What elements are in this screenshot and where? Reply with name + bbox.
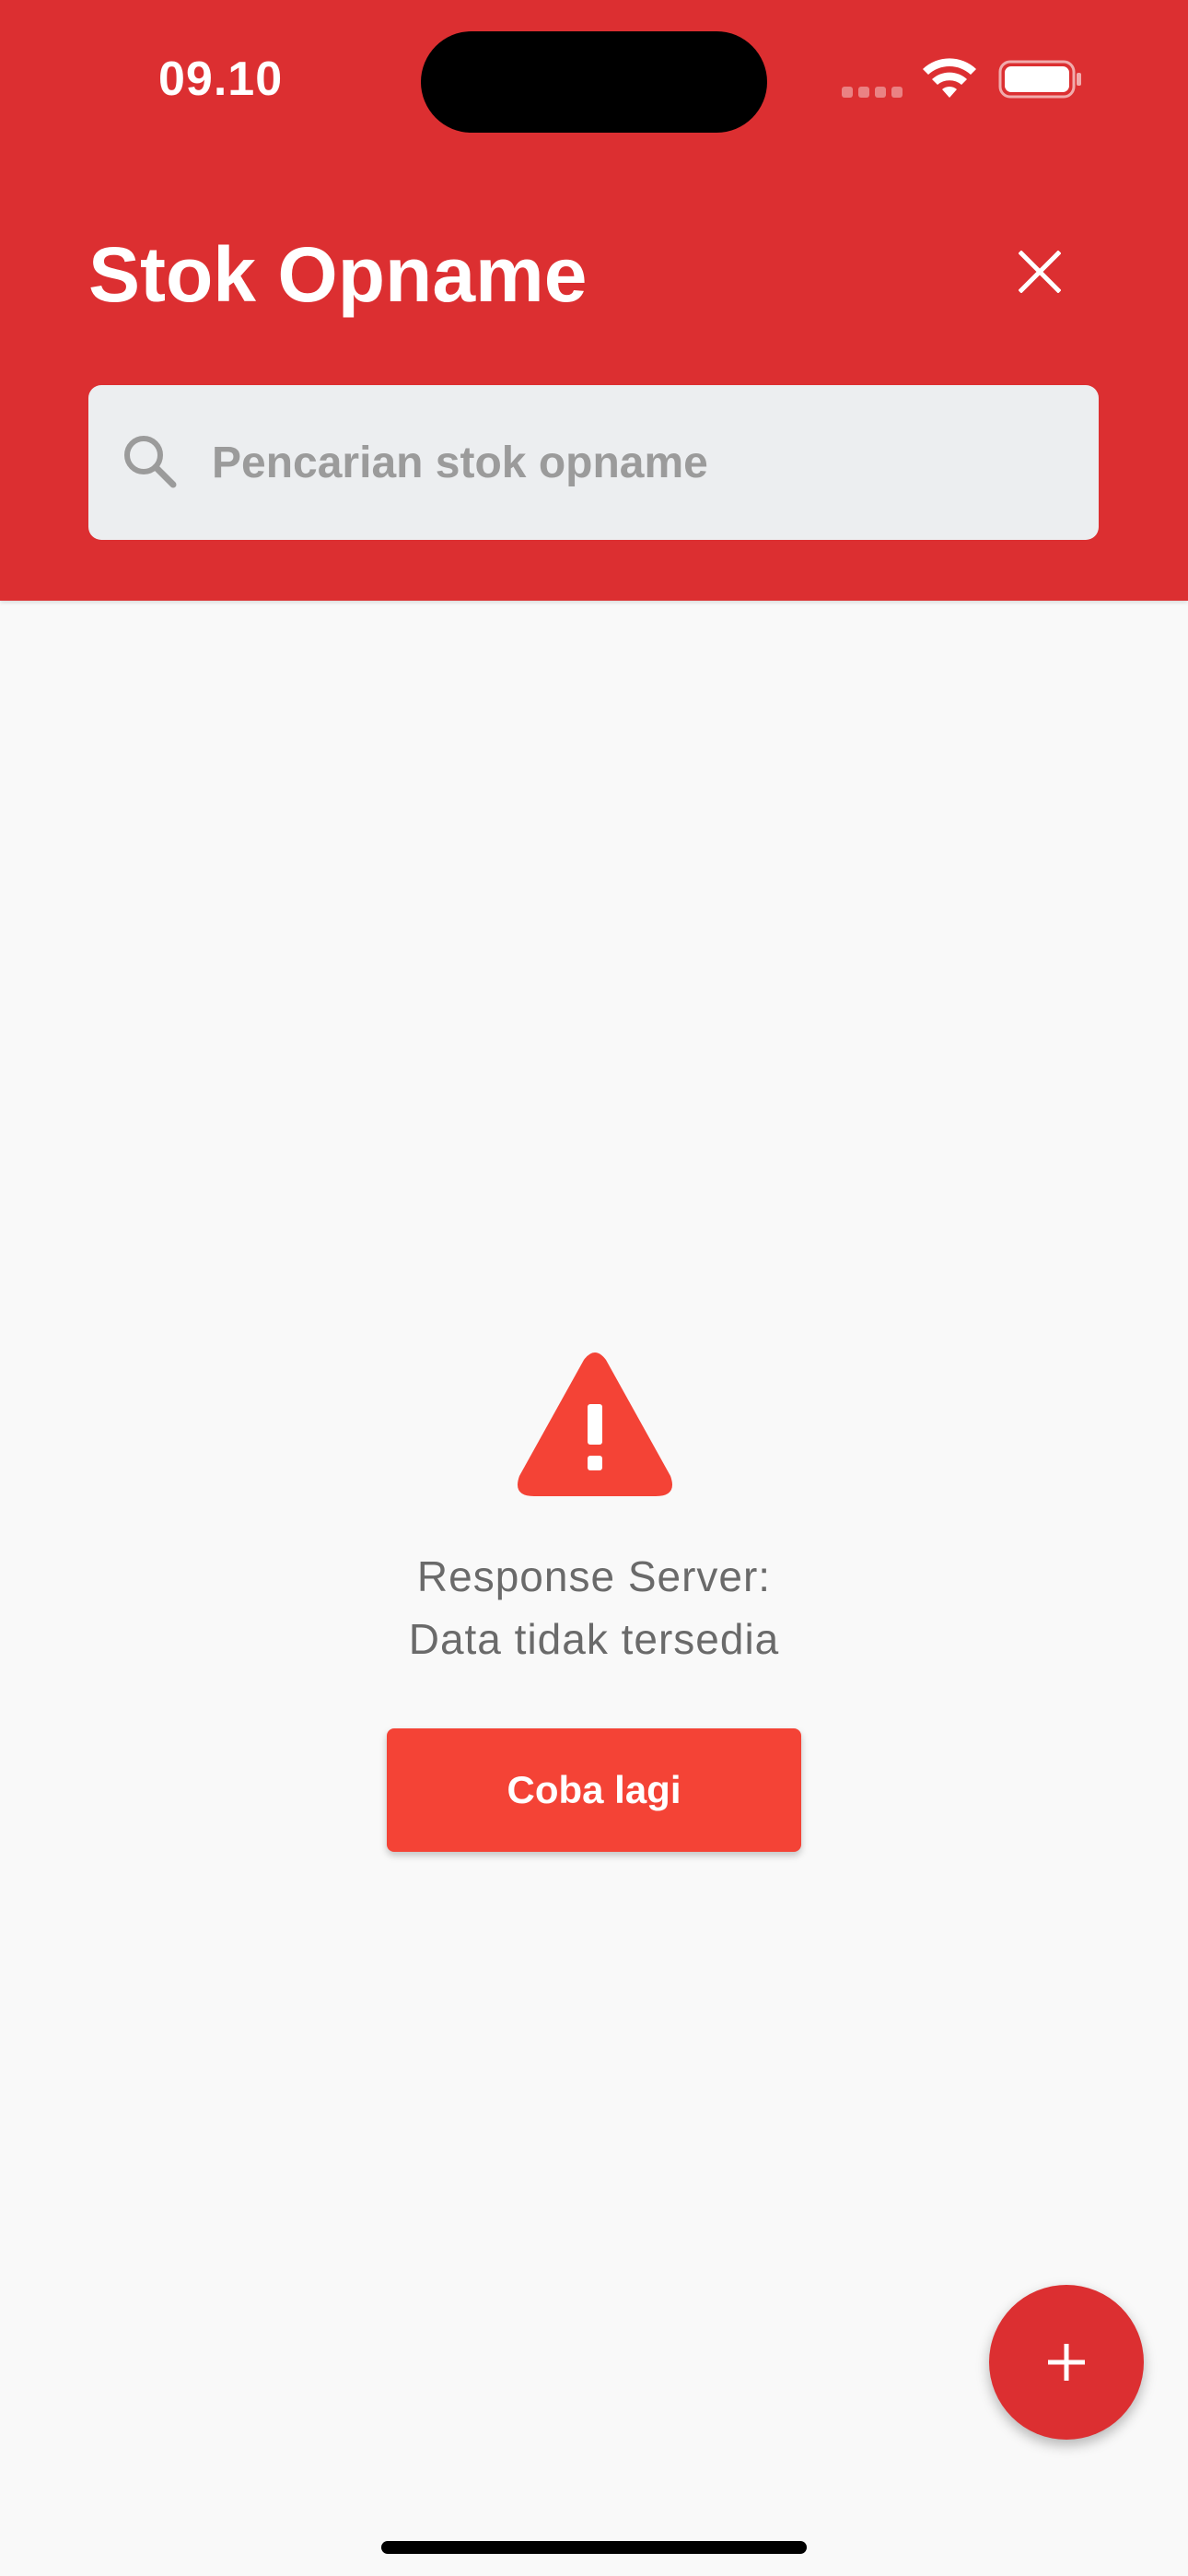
error-message-detail: Data tidak tersedia (408, 1615, 780, 1663)
error-message-title: Response Server: (416, 1552, 772, 1600)
plus-icon (1048, 2344, 1085, 2381)
home-indicator (381, 2541, 807, 2554)
warning-triangle-icon (518, 1352, 672, 1496)
app-header: 09.10 Stok Opname (0, 0, 1188, 601)
search-icon (124, 436, 177, 488)
cellular-signal-icon (842, 87, 906, 100)
wifi-icon (923, 58, 976, 98)
close-icon (1019, 251, 1061, 293)
battery-icon (998, 60, 1081, 99)
search-input[interactable] (212, 385, 1077, 540)
close-button[interactable] (1004, 236, 1076, 308)
page-title: Stok Opname (88, 231, 588, 318)
retry-button[interactable]: Coba lagi (387, 1728, 801, 1852)
search-bar[interactable] (88, 385, 1099, 540)
add-button[interactable] (989, 2285, 1144, 2440)
stok-opname-screen: 09.10 Stok Opname Pencarian stok opname … (0, 0, 1188, 2576)
dynamic-island (421, 31, 767, 133)
status-bar-time: 09.10 (158, 53, 284, 106)
